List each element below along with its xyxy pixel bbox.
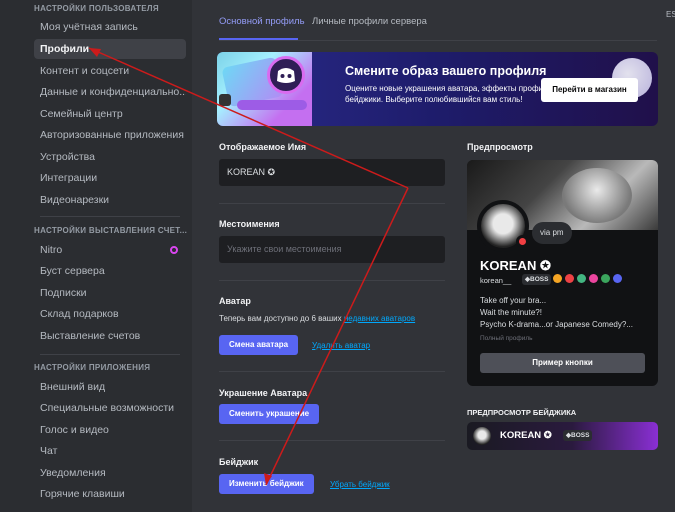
bio-line: Wait the minute?! — [480, 308, 542, 317]
sidebar-item-my-account[interactable]: Моя учётная запись — [34, 17, 186, 37]
badge-preview-card: KOREAN ✪ ◆BOSS — [467, 422, 658, 450]
sidebar-item-clips[interactable]: Видеонарезки — [34, 190, 186, 210]
badge-icon — [553, 274, 562, 283]
pronouns-label: Местоимения — [219, 219, 280, 229]
discord-avatar-illustration — [267, 56, 305, 94]
recent-avatars-link[interactable]: недавних аватаров — [344, 314, 415, 323]
example-button[interactable]: Пример кнопки — [480, 353, 645, 373]
profile-display-name: KOREAN ✪ — [480, 258, 551, 273]
sidebar-item-appearance[interactable]: Внешний вид — [34, 377, 186, 397]
remove-badge-link[interactable]: Убрать бейджик — [330, 480, 390, 489]
sidebar-item-accessibility[interactable]: Специальные возможности — [34, 398, 186, 418]
sidebar-item-keybinds[interactable]: Горячие клавиши — [34, 484, 186, 504]
profile-username: korean__ — [480, 276, 512, 285]
sidebar-divider — [40, 216, 180, 217]
banner-illustration — [217, 52, 312, 126]
badge-preview-name: KOREAN ✪ — [500, 430, 552, 441]
sidebar-item-privacy[interactable]: Данные и конфиденциально... — [34, 82, 186, 102]
remove-avatar-link[interactable]: Удалить аватар — [312, 341, 370, 350]
sidebar-item-authorized-apps[interactable]: Авторизованные приложения — [34, 125, 186, 145]
display-name-label: Отображаемое Имя — [219, 142, 307, 152]
banner-image — [562, 168, 632, 223]
badge-icon — [565, 274, 574, 283]
settings-sidebar: НАСТРОЙКИ ПОЛЬЗОВАТЕЛЯ Моя учётная запис… — [0, 0, 192, 512]
sidebar-group-app: НАСТРОЙКИ ПРИЛОЖЕНИЯ — [34, 363, 151, 372]
sidebar-item-integrations[interactable]: Интеграции — [34, 168, 186, 188]
bio-line: Take off your bra... — [480, 296, 547, 305]
active-tab-indicator — [219, 38, 298, 40]
nitro-icon — [170, 246, 178, 254]
change-avatar-button[interactable]: Смена аватара — [219, 335, 299, 355]
sidebar-item-server-boost[interactable]: Буст сервера — [34, 261, 186, 281]
sidebar-item-voice-video[interactable]: Голос и видео — [34, 420, 186, 440]
change-badge-button[interactable]: Изменить бейджик — [219, 474, 314, 494]
sidebar-item-notifications[interactable]: Уведомления — [34, 463, 186, 483]
profile-preview-card: via pm KOREAN ✪ korean__ ◆BOSS Take off … — [467, 160, 658, 386]
clan-tag: ◆BOSS — [522, 274, 552, 285]
sidebar-item-subscriptions[interactable]: Подписки — [34, 283, 186, 303]
sidebar-item-chat[interactable]: Чат — [34, 441, 186, 461]
full-profile-label: Полный профиль — [480, 335, 533, 342]
section-divider — [219, 203, 445, 204]
banner-mini-avatar — [219, 94, 231, 106]
section-divider — [219, 371, 445, 372]
badge-preview-tag: ◆BOSS — [563, 430, 593, 441]
badge-icon — [601, 274, 610, 283]
sidebar-item-content[interactable]: Контент и соцсети — [34, 61, 186, 81]
banner-title: Смените образ вашего профиля — [345, 64, 547, 78]
sidebar-group-user: НАСТРОЙКИ ПОЛЬЗОВАТЕЛЯ — [34, 4, 159, 13]
shop-promo-banner: Смените образ вашего профиля Оцените нов… — [217, 52, 658, 126]
tabs-divider — [219, 40, 657, 41]
avatar — [473, 427, 491, 445]
discord-logo-icon — [277, 68, 295, 83]
banner-strip-illustration — [237, 100, 307, 110]
badge-icon — [613, 274, 622, 283]
sidebar-divider — [40, 354, 180, 355]
sidebar-item-profiles[interactable]: Профили — [34, 39, 186, 59]
avatar-hint: Теперь вам доступно до 6 ваших недавних … — [219, 314, 415, 323]
sidebar-item-gift-inventory[interactable]: Склад подарков — [34, 304, 186, 324]
avatar-label: Аватар — [219, 296, 251, 306]
sidebar-item-billing[interactable]: Выставление счетов — [34, 326, 186, 346]
go-to-shop-button[interactable]: Перейти в магазин — [541, 78, 638, 102]
preview-heading: Предпросмотр — [467, 142, 533, 152]
badge-label: Бейджик — [219, 457, 259, 467]
avatar-hint-text: Теперь вам доступно до 6 ваших — [219, 314, 342, 323]
custom-status-bubble: via pm — [532, 222, 572, 244]
change-decoration-button[interactable]: Сменить украшение — [219, 404, 320, 424]
badge-icon — [589, 274, 598, 283]
badge-icon — [577, 274, 586, 283]
tab-server-profiles[interactable]: Личные профили сервера — [312, 16, 427, 27]
profile-settings-main: Основной профиль Личные профили сервера … — [192, 0, 675, 512]
sidebar-item-family[interactable]: Семейный центр — [34, 104, 186, 124]
sidebar-group-billing: НАСТРОЙКИ ВЫСТАВЛЕНИЯ СЧЕТ... — [34, 226, 188, 235]
pronouns-input[interactable]: Укажите свои местоимения — [219, 236, 445, 263]
badge-preview-heading: ПРЕДПРОСМОТР БЕЙДЖИКА — [467, 408, 577, 417]
close-settings-label[interactable]: ES — [666, 10, 675, 19]
sidebar-item-devices[interactable]: Устройства — [34, 147, 186, 167]
sidebar-item-nitro[interactable]: Nitro — [34, 240, 186, 260]
section-divider — [219, 440, 445, 441]
tab-main-profile[interactable]: Основной профиль — [219, 16, 305, 27]
bio-line: Psycho K-drama...or Japanese Comedy?... — [480, 320, 633, 329]
sidebar-item-label: Nitro — [40, 244, 63, 256]
avatar-decoration-label: Украшение Аватара — [219, 388, 308, 398]
banner-description: Оцените новые украшения аватара, эффекты… — [345, 84, 559, 104]
section-divider — [219, 280, 445, 281]
display-name-input[interactable]: KOREAN ✪ — [219, 159, 445, 186]
dnd-status-icon — [516, 235, 529, 248]
